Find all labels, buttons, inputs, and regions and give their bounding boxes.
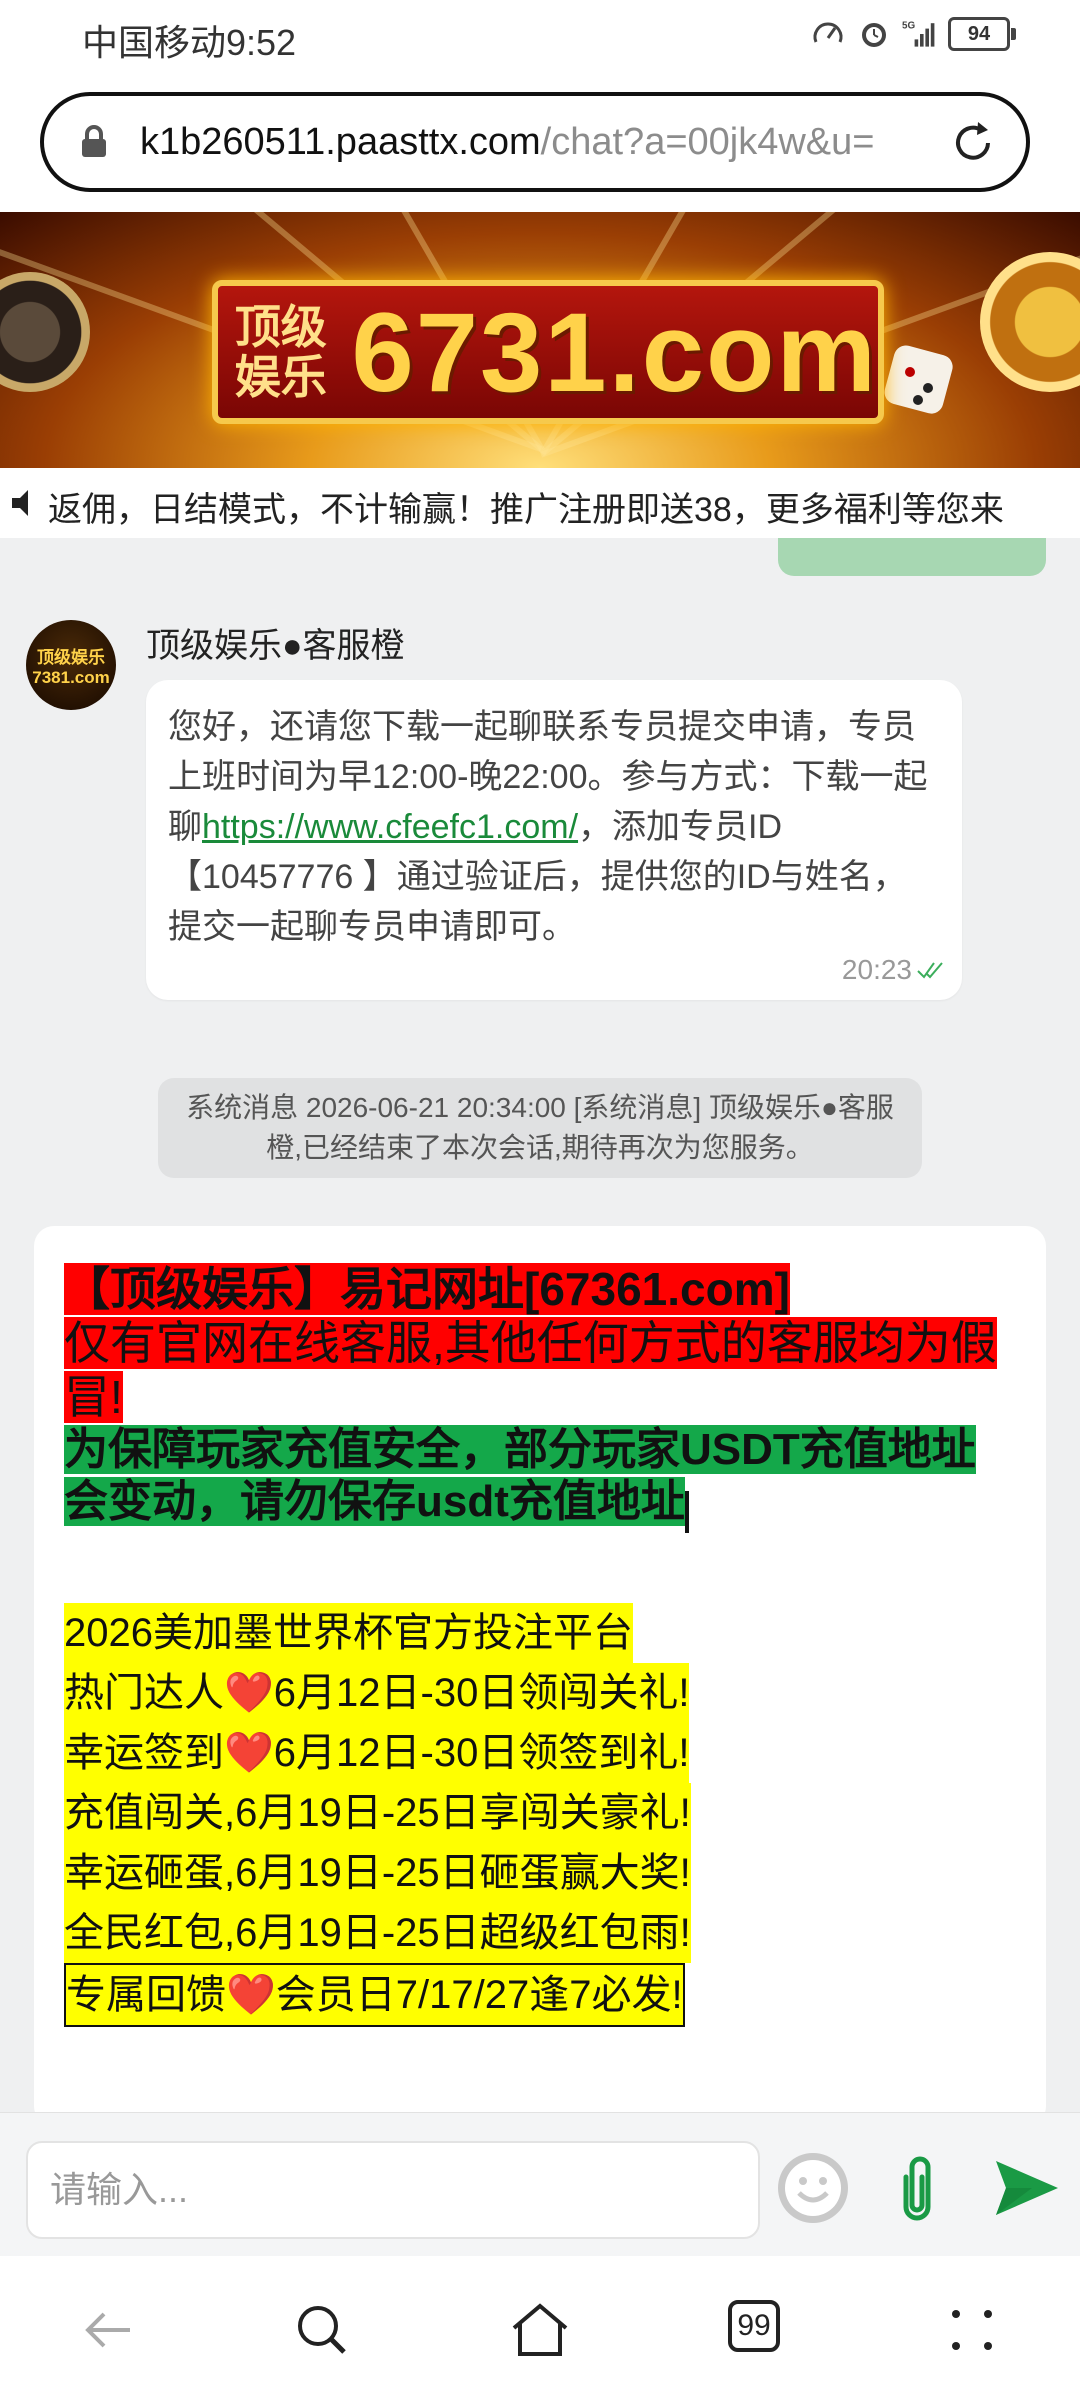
composer-bar: 请输入... bbox=[0, 2112, 1080, 2257]
address-bar[interactable]: k1b260511.paasttx.com/chat?a=00jk4w&u= bbox=[40, 92, 1030, 192]
url-path: /chat?a=00jk4w&u= bbox=[540, 120, 875, 163]
sender-name: 顶级娱乐●客服橙 bbox=[146, 627, 405, 665]
message-text: 您好，还请您下载一起聊联系专员提交申请，专员上班时间为早12:00-晚22:00… bbox=[168, 702, 940, 952]
notice-yellow-line: 热门达人❤️6月12日-30日领闯关礼! bbox=[64, 1662, 690, 1723]
lock-icon bbox=[82, 125, 106, 157]
svg-text:5G: 5G bbox=[902, 21, 915, 32]
emoji-icon[interactable] bbox=[774, 2149, 852, 2227]
notice-yellow-line: 幸运砸蛋,6月19日-25日砸蛋赢大奖! bbox=[64, 1842, 691, 1903]
notice-red-line2: 仅有官网在线客服,其他任何方式的客服均为假冒! bbox=[64, 1317, 997, 1423]
message-time-text: 20:23 bbox=[841, 954, 912, 985]
notice-yellow-line: 2026美加墨世界杯官方投注平台 bbox=[64, 1602, 633, 1663]
dice-icon bbox=[884, 345, 953, 414]
announcement-marquee: 返佣，日结模式，不计输赢！推广注册即送38，更多福利等您来 bbox=[0, 468, 1080, 538]
double-check-icon bbox=[917, 962, 943, 979]
browser-nav-bar: 99 bbox=[0, 2256, 1080, 2400]
speed-icon bbox=[813, 22, 843, 43]
previous-message-bubble bbox=[778, 538, 1046, 576]
text-caret bbox=[684, 1490, 689, 1533]
search-icon[interactable] bbox=[290, 2298, 354, 2362]
system-message: 系统消息 2026-06-21 20:34:00 [系统消息] 顶级娱乐●客服橙… bbox=[158, 1078, 922, 1178]
banner-small-text: 顶级娱乐 bbox=[234, 301, 327, 403]
carrier-time: 中国移动9:52 bbox=[82, 22, 297, 63]
banner-big-text: 6731.com bbox=[351, 289, 878, 415]
speaker-icon bbox=[12, 490, 28, 516]
marquee-text: 返佣，日结模式，不计输赢！推广注册即送38，更多福利等您来 bbox=[48, 491, 1004, 529]
casino-chip-icon bbox=[0, 272, 90, 392]
message-input[interactable]: 请输入... bbox=[26, 2141, 760, 2239]
notice-green-text: 为保障玩家充值安全，部分玩家USDT充值地址会变动，请勿保存usdt充值地址 bbox=[64, 1425, 976, 1526]
alarm-icon bbox=[862, 23, 886, 47]
agent-message-bubble: 您好，还请您下载一起聊联系专员提交申请，专员上班时间为早12:00-晚22:00… bbox=[146, 680, 962, 1000]
attachment-icon[interactable] bbox=[892, 2149, 942, 2229]
send-icon[interactable] bbox=[992, 2153, 1062, 2223]
casino-chip-icon bbox=[980, 252, 1080, 392]
promo-banner[interactable]: 顶级娱乐 6731.com bbox=[0, 212, 1080, 468]
status-bar: 中国移动9:52 5G 94 bbox=[0, 0, 1080, 80]
notice-yellow-line: 全民红包,6月19日-25日超级红包雨! bbox=[64, 1902, 691, 1963]
banner-logo: 顶级娱乐 6731.com bbox=[212, 280, 884, 424]
home-icon[interactable] bbox=[508, 2298, 572, 2362]
browser-toolbar: k1b260511.paasttx.com/chat?a=00jk4w&u= bbox=[0, 80, 1080, 212]
agent-avatar: 顶级娱乐 7381.com bbox=[26, 620, 116, 710]
tabs-button[interactable]: 99 bbox=[728, 2300, 780, 2352]
back-icon[interactable] bbox=[76, 2298, 140, 2362]
notice-message: 【顶级娱乐】易记网址[67361.com] 仅有官网在线客服,其他任何方式的客服… bbox=[34, 1226, 1046, 2112]
url-text[interactable]: k1b260511.paasttx.com/chat?a=00jk4w&u= bbox=[140, 121, 940, 164]
chat-area[interactable]: 顶级娱乐 7381.com 顶级娱乐●客服橙 您好，还请您下载一起聊联系专员提交… bbox=[0, 538, 1080, 2112]
message-time: 20:23 bbox=[842, 954, 946, 986]
status-icons: 5G 94 bbox=[810, 16, 1016, 52]
reload-icon[interactable] bbox=[948, 118, 998, 168]
notice-yellow-line: 幸运签到❤️6月12日-30日领签到礼! bbox=[64, 1722, 690, 1783]
notice-red-line1: 【顶级娱乐】易记网址[67361.com] bbox=[64, 1263, 790, 1315]
avatar-text: 顶级娱乐 7381.com bbox=[32, 648, 110, 687]
menu-icon[interactable] bbox=[940, 2298, 1004, 2362]
message-link[interactable]: https://www.cfeefc1.com/ bbox=[202, 808, 578, 846]
notice-yellow-line: 充值闯关,6月19日-25日享闯关豪礼! bbox=[64, 1782, 691, 1843]
battery-indicator: 94 bbox=[948, 17, 1016, 51]
signal-icon: 5G bbox=[902, 21, 935, 47]
url-host: k1b260511.paasttx.com bbox=[140, 120, 541, 163]
notice-yellow-line: 专属回馈❤️会员日7/17/27逢7必发! bbox=[64, 1962, 685, 2027]
